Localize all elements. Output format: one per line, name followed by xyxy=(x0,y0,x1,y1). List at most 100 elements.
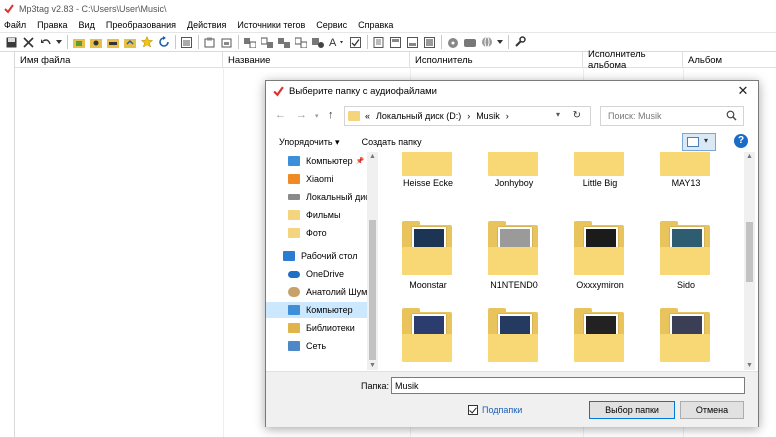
folder-item[interactable]: MAY13 xyxy=(651,152,721,206)
tag-to-filename-icon[interactable] xyxy=(243,36,256,49)
recent-dropdown-icon[interactable]: ▾ xyxy=(315,112,319,120)
organize-button[interactable]: Упорядочить ▾ xyxy=(279,137,340,148)
freedb-icon[interactable] xyxy=(446,36,459,49)
remove-icon[interactable] xyxy=(22,36,35,49)
breadcrumb-separator[interactable]: › xyxy=(506,111,509,121)
cancel-button[interactable]: Отмена xyxy=(680,401,744,419)
open-folder-icon[interactable] xyxy=(89,36,102,49)
breadcrumb-overflow[interactable]: « xyxy=(365,111,370,121)
scroll-down-icon[interactable]: ▼ xyxy=(369,362,376,369)
nav-item-xiaomi[interactable]: Xiaomi xyxy=(266,171,367,187)
folder-item[interactable]: Jonhyboy xyxy=(479,152,549,206)
scroll-up-icon[interactable]: ▲ xyxy=(369,153,376,160)
back-arrow-icon[interactable]: ← xyxy=(275,109,286,121)
folder-item[interactable]: Heisse Ecke xyxy=(393,152,463,206)
nav-item-computer-selected[interactable]: Компьютер xyxy=(266,302,367,318)
menu-file[interactable]: Файл xyxy=(4,20,26,30)
new-folder-button[interactable]: Создать папку xyxy=(362,137,422,147)
nav-scrollbar[interactable]: ▲ ▼ xyxy=(367,152,378,370)
forward-arrow-icon[interactable]: → xyxy=(296,109,307,121)
check-icon[interactable] xyxy=(349,36,362,49)
refresh-icon[interactable]: ↻ xyxy=(573,110,581,121)
column-album-artist[interactable]: Исполнитель альбома xyxy=(583,49,683,71)
column-title[interactable]: Название xyxy=(223,52,410,68)
folder-item[interactable] xyxy=(651,306,721,370)
nav-item-libraries[interactable]: Библиотеки xyxy=(266,320,367,336)
scroll-up-icon[interactable]: ▲ xyxy=(746,153,753,160)
nav-item-desktop[interactable]: Рабочий стол xyxy=(266,248,367,264)
subfolders-checkbox[interactable]: Подпапки xyxy=(468,405,522,415)
tag-paste-icon[interactable] xyxy=(220,36,233,49)
menu-view[interactable]: Вид xyxy=(79,20,95,30)
folder-item[interactable]: N1NTEND0 xyxy=(479,221,549,301)
nav-item-label: OneDrive xyxy=(306,269,345,279)
breadcrumb-musik[interactable]: Musik xyxy=(476,111,500,121)
select-folder-button[interactable]: Выбор папки xyxy=(589,401,675,419)
nav-item-network[interactable]: Сеть xyxy=(266,338,367,354)
export-icon[interactable] xyxy=(406,36,419,49)
menu-actions[interactable]: Действия xyxy=(187,20,226,30)
folder-item[interactable] xyxy=(565,306,635,370)
toolbar-separator xyxy=(175,35,176,49)
nav-item-user[interactable]: Анатолий Шум xyxy=(266,284,367,300)
mp3tag-app-icon xyxy=(273,86,284,97)
scrollbar-thumb[interactable] xyxy=(369,220,376,360)
nav-item-onedrive[interactable]: OneDrive xyxy=(266,266,367,282)
scrollbar-thumb[interactable] xyxy=(746,222,753,282)
menu-help[interactable]: Справка xyxy=(358,20,393,30)
playlist-icon[interactable] xyxy=(389,36,402,49)
column-artist[interactable]: Исполнитель xyxy=(410,52,583,68)
menu-edit[interactable]: Правка xyxy=(37,20,67,30)
folder-input[interactable]: Musik xyxy=(391,377,745,394)
nav-item-photos[interactable]: Фото xyxy=(266,225,367,241)
breadcrumb-separator[interactable]: › xyxy=(467,111,470,121)
scroll-down-icon[interactable]: ▼ xyxy=(746,362,753,369)
undo-icon[interactable] xyxy=(39,36,52,49)
settings-icon[interactable] xyxy=(513,36,526,49)
menu-tools[interactable]: Сервис xyxy=(316,20,347,30)
nav-item-films[interactable]: Фильмы xyxy=(266,207,367,223)
folder-item[interactable] xyxy=(479,306,549,370)
folder-item[interactable] xyxy=(393,306,463,370)
filename-to-filename-icon[interactable] xyxy=(294,36,307,49)
checkbox-checked-icon[interactable] xyxy=(468,405,478,415)
tag-copy-icon[interactable] xyxy=(203,36,216,49)
folder-up-icon[interactable] xyxy=(106,36,119,49)
address-dropdown-icon[interactable]: ▾ xyxy=(556,110,560,119)
column-album[interactable]: Альбом xyxy=(683,52,776,68)
search-input[interactable]: Поиск: Musik xyxy=(600,106,744,126)
folder-item[interactable]: Little Big xyxy=(565,152,635,206)
filename-to-tag-icon[interactable] xyxy=(260,36,273,49)
menu-convert[interactable]: Преобразования xyxy=(106,20,176,30)
dropdown-icon[interactable] xyxy=(56,36,62,49)
menu-tag-sources[interactable]: Источники тегов xyxy=(237,20,305,30)
add-files-icon[interactable] xyxy=(123,36,136,49)
close-icon[interactable]: ✕ xyxy=(736,84,750,98)
chevron-down-icon[interactable]: ▾ xyxy=(704,136,708,145)
nav-item-local-disk[interactable]: Локальный дис xyxy=(266,189,367,205)
add-folder-icon[interactable] xyxy=(72,36,85,49)
folder-item[interactable]: Oxxxymiron xyxy=(565,221,635,301)
column-filename[interactable]: Имя файла xyxy=(15,52,223,68)
list-icon[interactable] xyxy=(180,36,193,49)
breadcrumb-drive[interactable]: Локальный диск (D:) xyxy=(376,111,461,121)
folder-scrollbar[interactable]: ▲ ▼ xyxy=(744,152,755,370)
folder-item[interactable]: Sido xyxy=(651,221,721,301)
up-arrow-icon[interactable]: ↑ xyxy=(328,109,334,121)
star-icon[interactable] xyxy=(140,36,153,49)
tag-to-tag-icon[interactable] xyxy=(277,36,290,49)
doc-icon[interactable] xyxy=(372,36,385,49)
case-icon[interactable]: A xyxy=(328,36,345,49)
view-toggle-button[interactable]: ▾ xyxy=(682,133,716,151)
autonumber-icon[interactable] xyxy=(311,36,324,49)
refresh-icon[interactable] xyxy=(157,36,170,49)
help-icon[interactable]: ? xyxy=(734,134,748,148)
amazon-icon[interactable] xyxy=(463,36,476,49)
nav-item-computer[interactable]: Компьютер 📌 xyxy=(266,153,367,169)
save-icon[interactable] xyxy=(5,36,18,49)
folder-item[interactable]: Moonstar xyxy=(393,221,463,301)
address-bar[interactable]: « Локальный диск (D:) › Musik › ▾ ↻ xyxy=(344,106,591,126)
image-icon[interactable] xyxy=(423,36,436,49)
dropdown-icon[interactable] xyxy=(497,36,503,49)
web-icon[interactable] xyxy=(480,36,493,49)
